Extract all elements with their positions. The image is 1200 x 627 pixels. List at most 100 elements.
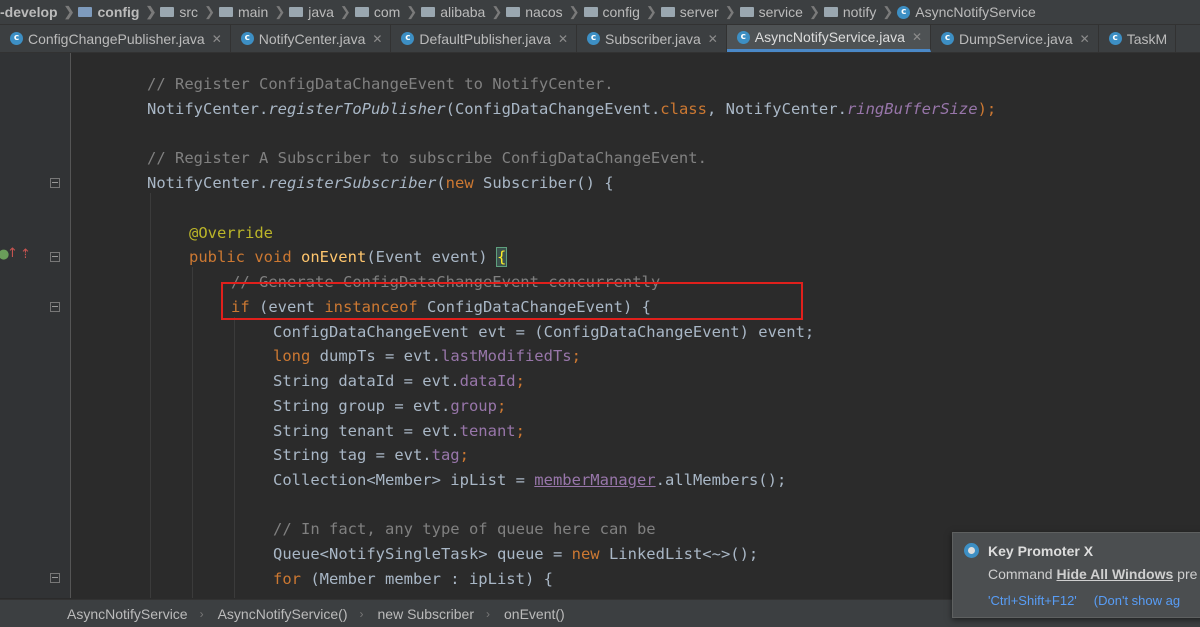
indent-guide: [150, 193, 151, 598]
tab-defaultpublisher[interactable]: c DefaultPublisher.java ✕: [391, 25, 578, 52]
editor-tab-bar: c ConfigChangePublisher.java ✕ c NotifyCent…: [0, 25, 1200, 53]
code-line: // Register A Subscriber to subscribe Co…: [147, 146, 707, 170]
breadcrumb-label: onEvent(): [504, 605, 565, 622]
tab-label: DumpService.java: [959, 30, 1073, 47]
nav-crumb-alibaba[interactable]: alibaba ❯: [421, 0, 506, 24]
notification-body: Command Hide All Windows pre: [988, 566, 1197, 582]
nav-crumb-config[interactable]: config ❯: [583, 0, 661, 24]
close-icon[interactable]: ✕: [708, 32, 718, 46]
nav-crumb-label: config: [602, 4, 640, 20]
dont-show-again-link[interactable]: (Don't show ag: [1094, 593, 1180, 608]
code-token: dumpTs = evt.: [310, 347, 441, 365]
tab-asyncnotifyservice[interactable]: c AsyncNotifyService.java ✕: [726, 25, 932, 52]
nav-crumb-server[interactable]: server ❯: [660, 0, 740, 24]
tab-notifycenter[interactable]: c NotifyCenter.java ✕: [231, 25, 392, 52]
code-editor[interactable]: ● ↑ ⇡ // Register ConfigDataChangeEvent …: [0, 53, 1200, 598]
notification-text: Command: [988, 566, 1057, 582]
tab-configchangepublisher[interactable]: c ConfigChangePublisher.java ✕: [0, 25, 231, 52]
nav-crumb-label: notify: [842, 4, 877, 20]
chevron-right-icon: ❯: [808, 4, 820, 19]
code-line: String tag = evt.tag;: [273, 443, 469, 467]
nav-crumb-notify[interactable]: notify ❯: [823, 0, 897, 24]
nav-crumb-label: alibaba: [440, 4, 486, 20]
matched-brace: {: [495, 247, 508, 267]
close-icon[interactable]: ✕: [912, 30, 922, 44]
folder-icon: [218, 7, 233, 17]
code-line: for (Member member : ipList) {: [273, 567, 553, 591]
class-icon: c: [587, 32, 601, 45]
nav-crumb-main[interactable]: main ❯: [218, 0, 289, 24]
tab-label: TaskM: [1126, 30, 1168, 47]
nav-crumb-nacos[interactable]: nacos ❯: [506, 0, 583, 24]
code-line: // Register ConfigDataChangeEvent to Not…: [147, 72, 614, 96]
fold-marker-icon[interactable]: [50, 252, 60, 262]
code-token: ;: [515, 372, 525, 390]
folder-icon: [289, 7, 304, 17]
chevron-right-icon: ❯: [274, 4, 286, 19]
code-token: NotifyCenter.: [147, 100, 269, 118]
code-token: Subscriber() {: [473, 174, 614, 192]
folder-icon: [506, 7, 521, 17]
indent-guide: [192, 267, 193, 598]
notification-text: pre: [1173, 566, 1198, 582]
key-promoter-icon: [964, 543, 979, 558]
code-token: , NotifyCenter.: [706, 100, 847, 118]
nav-crumb-module[interactable]: config ❯: [78, 0, 160, 24]
folder-icon: [160, 7, 175, 17]
nav-crumb-src[interactable]: src ❯: [160, 0, 219, 24]
close-icon[interactable]: ✕: [1080, 32, 1090, 46]
nav-crumb-java[interactable]: java ❯: [289, 0, 355, 24]
chevron-right-icon: ❯: [406, 4, 418, 19]
class-icon: c: [240, 32, 254, 45]
close-icon[interactable]: ✕: [558, 32, 568, 46]
code-line: String dataId = evt.dataId;: [273, 369, 525, 393]
indent-guide: [234, 317, 235, 598]
nav-crumb-class[interactable]: c AsyncNotifyService: [897, 0, 1040, 24]
editor-gutter[interactable]: [0, 53, 71, 598]
nav-crumb-label: -develop: [0, 4, 58, 20]
fold-marker-icon[interactable]: [50, 573, 60, 583]
nav-crumb-service[interactable]: service ❯: [739, 0, 824, 24]
nav-crumb-project[interactable]: -develop ❯: [0, 0, 78, 24]
chevron-right-icon: ❯: [63, 4, 75, 19]
fold-marker-icon[interactable]: [50, 178, 60, 188]
tab-subscriber[interactable]: c Subscriber.java ✕: [577, 25, 727, 52]
shortcut-link[interactable]: 'Ctrl+Shift+F12': [988, 593, 1077, 608]
tab-label: DefaultPublisher.java: [419, 30, 551, 47]
code-keyword: public void: [189, 248, 301, 266]
code-static-field: ringBufferSize: [846, 100, 978, 118]
code-keyword: long: [273, 347, 311, 365]
breadcrumb-item[interactable]: new Subscriber ›: [364, 606, 491, 622]
arrow-up-icon[interactable]: ↑: [7, 246, 18, 261]
chevron-right-icon: ❯: [882, 4, 894, 19]
nav-crumb-com[interactable]: com ❯: [354, 0, 421, 24]
code-line: Queue<NotifySingleTask> queue = new Link…: [273, 542, 758, 566]
notification-title: Key Promoter X: [988, 543, 1094, 559]
breadcrumb-label: new Subscriber: [377, 605, 475, 622]
tab-dumpservice[interactable]: c DumpService.java ✕: [931, 25, 1099, 52]
code-line: NotifyCenter.registerToPublisher(ConfigD…: [147, 97, 996, 121]
chevron-right-icon: ❯: [724, 4, 736, 19]
tab-label: NotifyCenter.java: [258, 30, 366, 47]
chevron-right-icon: ❯: [645, 4, 657, 19]
code-token: registerSubscriber: [268, 174, 437, 192]
code-method-name: onEvent: [300, 248, 367, 266]
code-line: // In fact, any type of queue here can b…: [273, 517, 656, 541]
code-token: ;: [496, 397, 507, 415]
fold-marker-icon[interactable]: [50, 302, 60, 312]
tab-taskm[interactable]: c TaskM: [1099, 25, 1177, 52]
close-icon[interactable]: ✕: [372, 32, 382, 46]
breadcrumb-item[interactable]: AsyncNotifyService ›: [0, 606, 204, 622]
close-icon[interactable]: ✕: [212, 32, 222, 46]
module-folder-icon: [78, 7, 93, 17]
code-token: ConfigDataChangeEvent evt = (ConfigDataC…: [273, 323, 815, 341]
breadcrumb-item[interactable]: onEvent(): [490, 606, 565, 622]
implements-icon[interactable]: ⇡: [20, 247, 31, 262]
code-field: memberManager: [534, 471, 656, 489]
breadcrumb-item[interactable]: AsyncNotifyService() ›: [204, 606, 364, 622]
code-token: );: [977, 100, 997, 118]
class-icon: c: [10, 32, 23, 45]
folder-icon: [421, 7, 436, 17]
notification-command: Hide All Windows: [1056, 566, 1174, 582]
code-field: tenant: [459, 422, 516, 440]
